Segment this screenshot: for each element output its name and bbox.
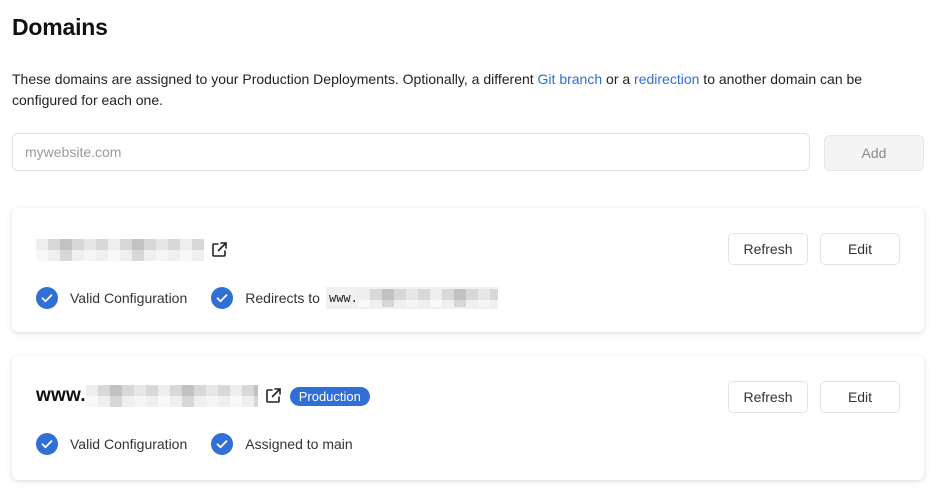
page-description: These domains are assigned to your Produ… — [12, 69, 927, 111]
page-title: Domains — [12, 14, 108, 40]
redirect-target: www. — [325, 287, 498, 309]
production-badge: Production — [289, 386, 370, 406]
git-branch-link[interactable]: Git branch — [538, 71, 603, 87]
edit-button[interactable]: Edit — [820, 381, 900, 413]
status-label: Redirects to — [245, 290, 320, 306]
redirection-link[interactable]: redirection — [634, 71, 699, 87]
redacted-domain-name — [36, 239, 204, 261]
status-valid-configuration: Valid Configuration — [36, 287, 187, 309]
status-valid-configuration: Valid Configuration — [36, 433, 187, 455]
domain-input[interactable] — [12, 133, 810, 171]
refresh-button[interactable]: Refresh — [728, 381, 808, 413]
status-assigned-branch: Assigned to main — [211, 433, 353, 455]
status-label: Valid Configuration — [70, 290, 188, 306]
status-row: Valid Configuration Assigned to main — [36, 432, 377, 456]
check-circle-icon — [36, 287, 58, 309]
edit-button[interactable]: Edit — [820, 233, 900, 265]
check-circle-icon — [36, 433, 58, 455]
redacted-domain-name — [85, 385, 258, 407]
add-domain-button[interactable]: Add — [824, 135, 924, 171]
description-text-middle: or a — [602, 71, 635, 87]
domain-name-row: www. Production — [36, 384, 370, 408]
domain-name-prefix: www. — [36, 385, 86, 406]
description-text-start: These domains are assigned to your Produ… — [12, 71, 538, 87]
external-link-icon[interactable] — [210, 241, 228, 259]
domain-card: Valid Configuration Redirects to www. Re… — [12, 208, 924, 332]
check-circle-icon — [211, 433, 234, 455]
domain-name-row — [36, 238, 228, 262]
external-link-icon[interactable] — [264, 387, 282, 405]
status-redirect: Redirects to www. — [211, 287, 498, 309]
check-circle-icon — [211, 287, 234, 309]
status-row: Valid Configuration Redirects to www. — [36, 286, 522, 310]
status-label: Valid Configuration — [70, 436, 188, 452]
redacted-redirect-domain — [357, 289, 498, 307]
refresh-button[interactable]: Refresh — [728, 233, 808, 265]
status-label: Assigned to main — [245, 436, 353, 452]
domain-card: www. Production Valid Configuration Assi… — [12, 356, 924, 480]
redirect-target-prefix: www. — [328, 291, 358, 305]
